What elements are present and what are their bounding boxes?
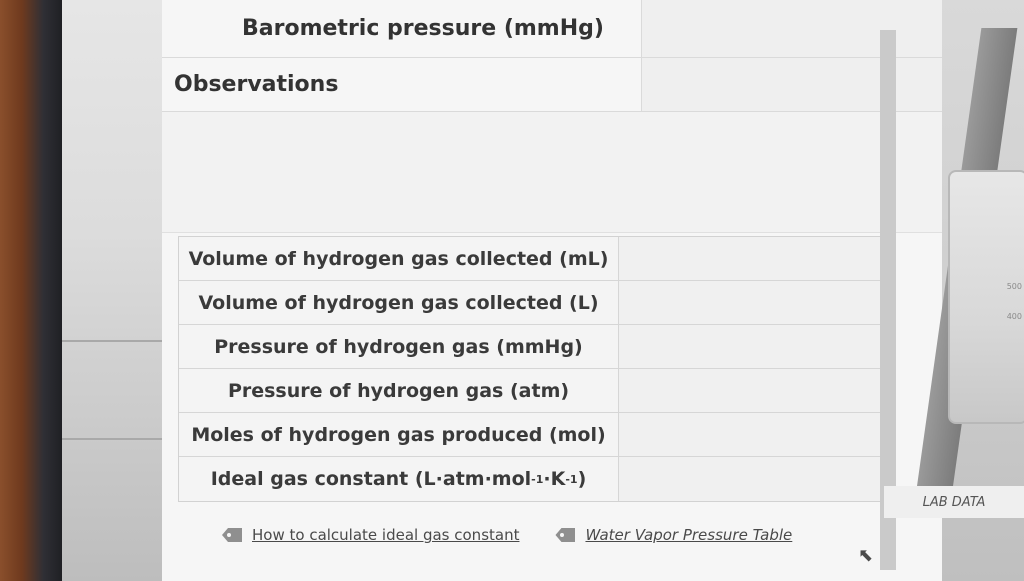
moles-input[interactable] bbox=[619, 413, 889, 456]
table-row: Pressure of hydrogen gas (mmHg) bbox=[179, 325, 889, 369]
vapor-pressure-link-text[interactable]: Water Vapor Pressure Table bbox=[585, 526, 792, 544]
table-row: Volume of hydrogen gas collected (mL) bbox=[179, 237, 889, 281]
table-row: Volume of hydrogen gas collected (L) bbox=[179, 281, 889, 325]
panel-rule bbox=[62, 438, 162, 440]
barometric-label: Barometric pressure (mmHg) bbox=[162, 0, 642, 57]
observations-row: Observations bbox=[162, 58, 942, 112]
row-label: Pressure of hydrogen gas (mmHg) bbox=[179, 325, 619, 368]
table-row: Pressure of hydrogen gas (atm) bbox=[179, 369, 889, 413]
beaker-mark: 500 bbox=[1006, 282, 1022, 291]
tag-icon bbox=[555, 528, 576, 542]
observations-header-cell bbox=[642, 58, 942, 111]
ideal-gas-link[interactable]: How to calculate ideal gas constant bbox=[222, 526, 519, 544]
ideal-gas-label-prefix: Ideal gas constant (L·atm·mol bbox=[210, 468, 532, 490]
observations-field[interactable] bbox=[162, 112, 942, 233]
lab-form: Barometric pressure (mmHg) Observations … bbox=[162, 0, 942, 581]
beaker-image: 500 400 bbox=[948, 170, 1024, 424]
volume-ml-input[interactable] bbox=[619, 237, 889, 280]
pressure-atm-input[interactable] bbox=[619, 369, 889, 412]
row-label: Volume of hydrogen gas collected (L) bbox=[179, 281, 619, 324]
barometric-input[interactable] bbox=[642, 0, 942, 57]
data-table: Volume of hydrogen gas collected (mL) Vo… bbox=[178, 236, 890, 502]
row-label: Pressure of hydrogen gas (atm) bbox=[179, 369, 619, 412]
barometric-row: Barometric pressure (mmHg) bbox=[162, 0, 942, 58]
cursor-icon: ⬉ bbox=[858, 545, 874, 566]
volume-l-input[interactable] bbox=[619, 281, 889, 324]
monitor-bezel bbox=[0, 0, 62, 581]
row-label: Moles of hydrogen gas produced (mol) bbox=[179, 413, 619, 456]
left-side-panel bbox=[62, 0, 163, 581]
vapor-pressure-link[interactable]: Water Vapor Pressure Table bbox=[555, 526, 792, 544]
row-label: Ideal gas constant (L·atm·mol -1 ·K -1) bbox=[179, 457, 619, 501]
pressure-mmhg-input[interactable] bbox=[619, 325, 889, 368]
ideal-gas-constant-input[interactable] bbox=[619, 457, 889, 501]
row-label: Volume of hydrogen gas collected (mL) bbox=[179, 237, 619, 280]
lab-data-tab[interactable]: LAB DATA bbox=[884, 486, 1024, 518]
beaker-mark: 400 bbox=[1006, 312, 1022, 321]
ideal-gas-link-text[interactable]: How to calculate ideal gas constant bbox=[252, 526, 519, 544]
ideal-gas-label-mid: ·K bbox=[543, 468, 566, 490]
exponent: -1 bbox=[531, 472, 544, 486]
panel-rule bbox=[62, 340, 162, 342]
table-row: Ideal gas constant (L·atm·mol -1 ·K -1) bbox=[179, 457, 889, 501]
table-row: Moles of hydrogen gas produced (mol) bbox=[179, 413, 889, 457]
ideal-gas-label-suffix: ) bbox=[577, 468, 587, 490]
tag-icon bbox=[222, 528, 242, 542]
observations-label: Observations bbox=[162, 58, 642, 111]
resource-links: How to calculate ideal gas constant Wate… bbox=[222, 526, 792, 544]
exponent: -1 bbox=[565, 472, 578, 486]
